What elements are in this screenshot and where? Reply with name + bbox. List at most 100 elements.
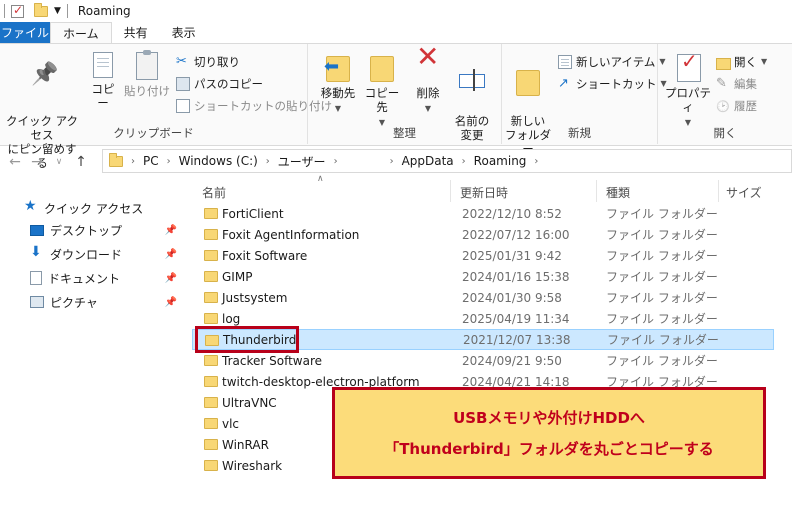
shortcut-icon [176,99,190,113]
delete-button[interactable]: 削除 ▼ [410,50,446,116]
folder-icon [204,271,218,282]
file-row[interactable]: Justsystem 2024/01/30 9:58 ファイル フォルダー [192,287,774,308]
tab-share[interactable]: 共有 [112,22,160,44]
file-row[interactable]: FortiClient 2022/12/10 8:52 ファイル フォルダー [192,203,774,224]
move-to-button[interactable]: 移動先 ▼ [316,52,360,116]
chevron-right-icon[interactable]: › [266,156,270,167]
properties-button[interactable]: プロパティ▼ [662,52,714,130]
pin-icon[interactable]: 📌 [165,249,177,260]
file-name: WinRAR [222,437,269,452]
tab-view[interactable]: 表示 [160,22,208,44]
chevron-down-icon: ▼ [424,104,432,113]
sidebar-item-desktop[interactable]: デスクトップ 📌 [0,219,185,241]
pin-icon [27,66,57,96]
easy-access-label: ショートカット [576,77,657,91]
sidebar-item-label: クイック アクセス [44,201,144,216]
file-type: ファイル フォルダー [606,270,718,284]
sidebar-item-downloads[interactable]: ダウンロード 📌 [0,243,185,265]
up-arrow-icon[interactable]: ↑ [70,154,92,170]
chevron-right-icon[interactable]: › [534,156,538,167]
folder-icon [204,397,218,408]
new-folder-quick-icon[interactable] [34,2,48,17]
file-name: FortiClient [222,206,284,221]
desktop-icon [30,224,44,236]
file-row[interactable]: GIMP 2024/01/16 15:38 ファイル フォルダー [192,266,774,287]
file-date: 2022/12/10 8:52 [462,206,562,221]
file-row[interactable]: Thunderbird 2021/12/07 13:38 ファイル フォルダー [192,326,774,353]
properties-quick-icon[interactable] [11,3,24,18]
file-name: Foxit Software [222,248,308,263]
sidebar-item-label: ドキュメント [48,271,121,286]
open-label: 開く [734,55,757,69]
file-name: Justsystem [222,290,288,305]
recent-chevron-icon[interactable]: ∨ [48,157,70,167]
forward-arrow-icon[interactable]: → [26,154,48,170]
easy-access-button[interactable]: ショートカット ▼ [558,74,667,94]
column-type[interactable]: 種類 [606,184,630,201]
back-arrow-icon[interactable]: ← [4,154,26,170]
chevron-right-icon[interactable]: › [462,156,466,167]
cut-button[interactable]: 切り取り [176,52,240,72]
pin-icon[interactable]: 📌 [165,297,177,308]
paste-label: 貼り付け [124,84,170,98]
clipboard-group-label: クリップボード [113,126,194,140]
copy-label: コピー [91,82,115,110]
open-icon [716,55,731,70]
folder-icon [204,313,218,324]
new-item-label: 新しいアイテム [576,55,656,69]
tab-file[interactable]: ファイル [0,22,50,44]
sidebar-item-quick-access[interactable]: クイック アクセス [0,197,185,219]
window-title: Roaming [77,4,131,18]
paste-button[interactable]: 貼り付け [124,50,170,98]
new-item-button[interactable]: 新しいアイテム ▼ [558,52,666,72]
column-divider[interactable] [450,180,451,202]
customize-toolbar-icon[interactable]: ▼ [54,6,61,16]
organize-group-label: 整理 [393,126,416,140]
copy-button[interactable]: コピー [86,52,120,110]
copy-path-button[interactable]: パスのコピー [176,74,263,94]
chevron-right-icon[interactable]: › [131,156,135,167]
navigation-bar: ← → ∨ ↑ › PC › Windows (C:) › ユーザー › › A… [0,148,792,176]
move-to-label: 移動先 [320,86,356,100]
file-row[interactable]: Foxit AgentInformation 2022/07/12 16:00 ファ… [192,224,774,245]
history-button[interactable]: 履歴 [716,96,757,116]
file-row[interactable]: Tracker Software 2024/09/21 9:50 ファイル フォルダ… [192,350,774,371]
instruction-callout: USBメモリや外付けHDDへ 「Thunderbird」フォルダを丸ごとコピーす… [332,387,766,479]
breadcrumb-appdata[interactable]: AppData [402,154,454,168]
pin-icon[interactable]: 📌 [165,273,177,284]
tab-home[interactable]: ホーム [50,22,112,44]
path-icon [176,77,190,91]
breadcrumb-drive[interactable]: Windows (C:) [179,154,258,168]
file-row[interactable]: Foxit Software 2025/01/31 9:42 ファイル フォルダー [192,245,774,266]
callout-line-2: 「Thunderbird」フォルダを丸ごとコピーする [384,440,714,458]
column-divider[interactable] [596,180,597,202]
breadcrumb-roaming[interactable]: Roaming [474,154,527,168]
column-size[interactable]: サイズ [726,184,762,201]
sidebar-item-pictures[interactable]: ピクチャ 📌 [0,291,185,313]
folder-icon [204,439,218,450]
chevron-right-icon[interactable]: › [167,156,171,167]
breadcrumb-users[interactable]: ユーザー [278,153,326,170]
column-name[interactable]: 名前 [202,184,226,201]
chevron-right-icon[interactable]: › [390,156,394,167]
sidebar-item-documents[interactable]: ドキュメント 📌 [0,267,185,289]
breadcrumb-pc[interactable]: PC [143,154,159,168]
pin-icon[interactable]: 📌 [165,225,177,236]
column-header: ∧ 名前 更新日時 種類 サイズ [192,174,792,202]
edit-label: 編集 [734,77,757,91]
new-group: 新しい フォルダー 新しいアイテム ▼ ショートカット ▼ 新規 [502,44,667,156]
address-bar[interactable]: › PC › Windows (C:) › ユーザー › › AppData ›… [102,149,792,173]
chevron-right-icon[interactable]: › [334,156,338,167]
separator [66,4,68,18]
open-button[interactable]: 開く ▼ [716,52,767,72]
file-type: ファイル フォルダー [606,207,718,221]
column-divider[interactable] [718,180,719,202]
column-date[interactable]: 更新日時 [460,184,508,201]
edit-button[interactable]: 編集 [716,74,757,94]
folder-icon [204,418,218,429]
file-name: Foxit AgentInformation [222,227,360,242]
copy-to-button[interactable]: コピー先 ▼ [360,52,404,130]
title-bar: ▼ Roaming [0,0,792,22]
chevron-down-icon: ▼ [334,104,342,113]
sort-ascending-icon: ∧ [317,174,324,184]
